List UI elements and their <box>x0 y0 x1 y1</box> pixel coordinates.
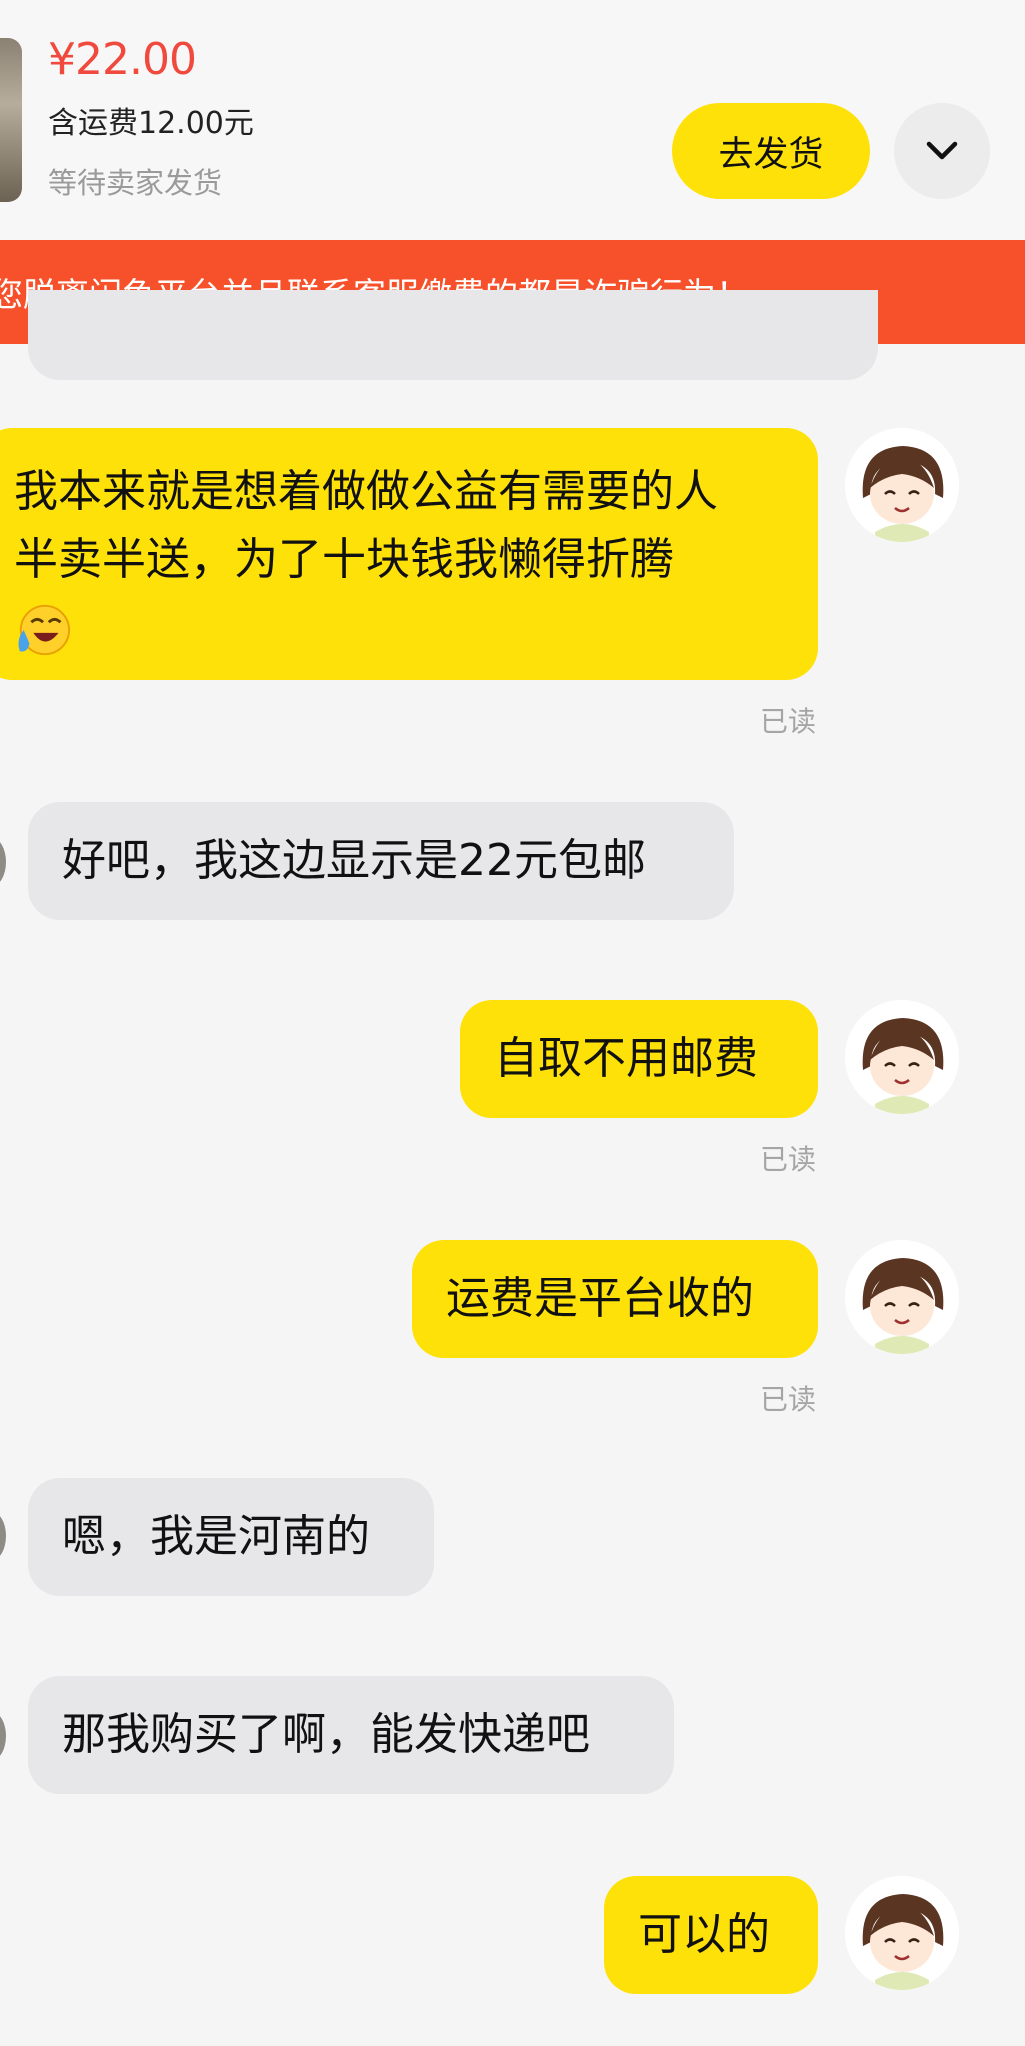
order-header: ¥22.00 含运费12.00元 等待卖家发货 去发货 <box>0 0 1025 240</box>
message-bubble-them[interactable]: 那我购买了啊，能发快递吧 <box>28 1676 674 1794</box>
crying-laughing-emoji-icon <box>18 604 71 656</box>
message-bubble-me[interactable]: 运费是平台收的 <box>412 1240 818 1358</box>
order-price: ¥22.00 <box>48 34 197 85</box>
message-line: 我本来就是想着做做公益有需要的人 <box>14 466 718 517</box>
message-bubble-them[interactable]: 好吧，我这边显示是22元包邮 <box>28 802 734 920</box>
expand-button[interactable] <box>894 103 990 199</box>
my-avatar[interactable] <box>845 428 959 542</box>
avatar-girl-icon <box>845 1240 959 1354</box>
peer-avatar[interactable] <box>0 1712 6 1760</box>
message-line: 半卖半送，为了十块钱我懒得折腾 <box>14 534 674 585</box>
message-bubble-me[interactable]: 我本来就是想着做做公益有需要的人 半卖半送，为了十块钱我懒得折腾 <box>0 428 818 680</box>
my-avatar[interactable] <box>845 1240 959 1354</box>
read-status: 已读 <box>760 705 817 738</box>
my-avatar[interactable] <box>845 1000 959 1114</box>
message-text: 好吧，我这边显示是22元包邮 <box>62 835 646 886</box>
message-bubble-me[interactable]: 可以的 <box>604 1876 818 1994</box>
avatar-girl-icon <box>845 1876 959 1990</box>
peer-avatar[interactable] <box>0 838 6 886</box>
message-text: 运费是平台收的 <box>446 1273 754 1324</box>
ship-button[interactable]: 去发货 <box>672 103 870 199</box>
order-status: 等待卖家发货 <box>48 166 223 200</box>
message-text: 可以的 <box>638 1909 770 1960</box>
product-thumbnail[interactable] <box>0 38 22 202</box>
chevron-down-icon <box>926 141 958 160</box>
message-text: 嗯，我是河南的 <box>62 1511 370 1562</box>
read-status: 已读 <box>760 1383 817 1416</box>
peer-avatar[interactable] <box>0 1512 6 1560</box>
previous-message-bubble <box>28 290 878 380</box>
message-bubble-me[interactable]: 自取不用邮费 <box>460 1000 818 1118</box>
read-status: 已读 <box>760 1143 817 1176</box>
avatar-girl-icon <box>845 1000 959 1114</box>
my-avatar[interactable] <box>845 1876 959 1990</box>
message-bubble-them[interactable]: 嗯，我是河南的 <box>28 1478 434 1596</box>
shipping-fee-note: 含运费12.00元 <box>48 106 254 141</box>
message-text: 那我购买了啊，能发快递吧 <box>62 1709 590 1760</box>
avatar-girl-icon <box>845 428 959 542</box>
message-text: 自取不用邮费 <box>494 1033 758 1084</box>
